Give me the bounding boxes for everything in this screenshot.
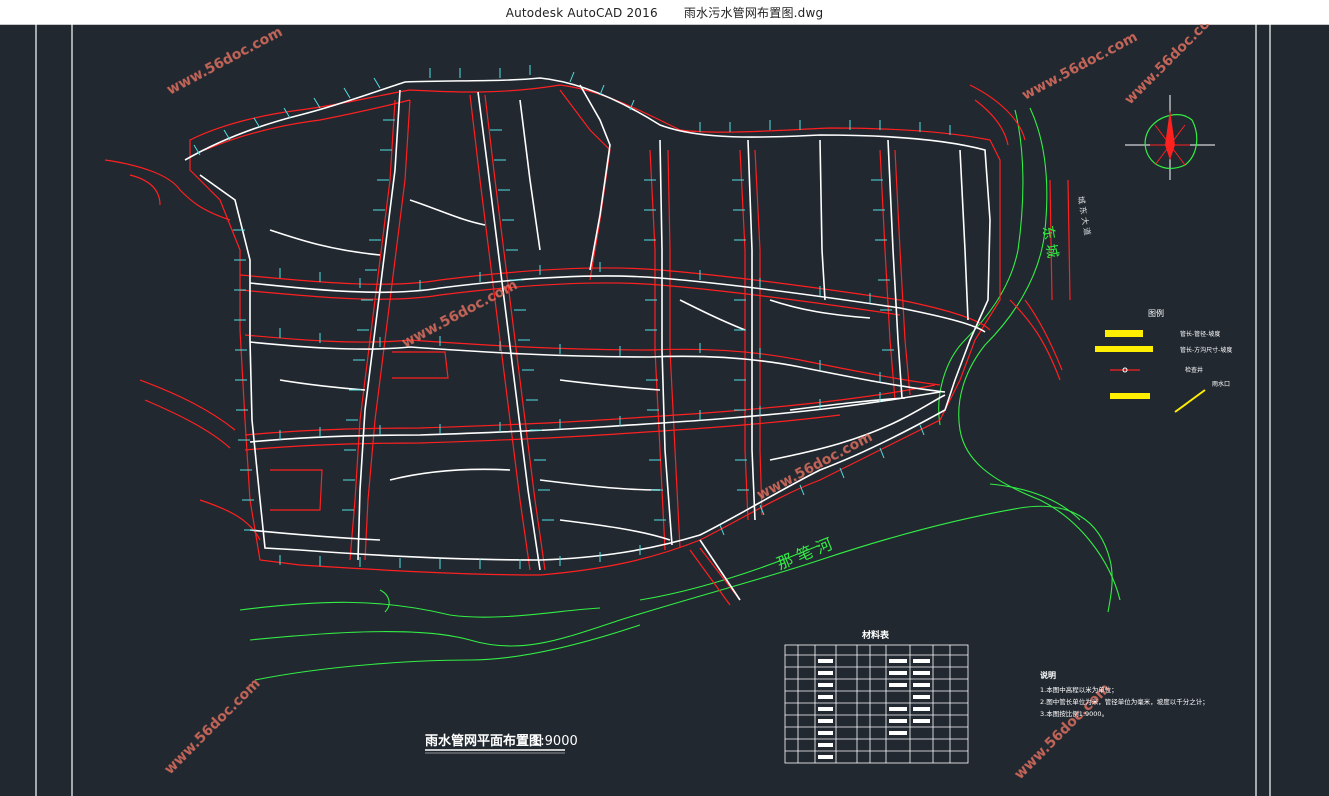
legend-item-1: 管长-管径-坡度 [1180, 330, 1220, 338]
north-arrow [1125, 95, 1215, 180]
east-road-label: 城 东 大 道 [1076, 195, 1093, 236]
pipe-network [184, 77, 991, 601]
notes-title: 说明 [1040, 670, 1056, 680]
notes: 说明 1.本图中高程以米为单位； 2.图中管长单位为米，管径单位为毫米，坡度以千… [1040, 670, 1209, 718]
note-3: 3.本图按比例1:9000。 [1040, 709, 1108, 718]
legend-item-4: 雨水口 [1212, 380, 1230, 388]
note-2: 2.图中管长单位为米，管径单位为毫米，坡度以千分之计； [1040, 697, 1209, 706]
note-1: 1.本图中高程以米为单位； [1040, 685, 1118, 694]
drawing-title: 雨水管网平面布置图 [425, 733, 542, 749]
river-label: 那 笔 河 [774, 534, 835, 573]
drawing-scale: 1:9000 [532, 734, 578, 749]
materials-title: 材料表 [861, 629, 890, 641]
pipe-labels [193, 65, 951, 569]
watermark-5: www.56doc.com [162, 676, 264, 778]
window-title: Autodesk AutoCAD 2016 雨水污水管网布置图.dwg [0, 4, 1329, 21]
watermark-2: www.56doc.com [1019, 29, 1140, 103]
title-block: 雨水管网平面布置图 1:9000 [425, 733, 578, 754]
watermark-7: www.56doc.com [1122, 24, 1224, 108]
legend: 图例 管长-管径-坡度 管长-方沟尺寸-坡度 检查井 雨水口 [1095, 308, 1232, 413]
watermark-1: www.56doc.com [164, 24, 285, 98]
watermark-4: www.56doc.com [754, 429, 875, 503]
file-name: 雨水污水管网布置图.dwg [683, 6, 824, 20]
watermark-6: www.56doc.com [1012, 681, 1114, 783]
watermark-3: www.56doc.com [399, 277, 520, 351]
legend-item-3: 检查井 [1185, 366, 1203, 374]
materials-table: 材料表 [784, 629, 969, 764]
drawing-canvas[interactable]: www.56doc.com www.56doc.com www.56doc.co… [0, 24, 1329, 796]
legend-item-2: 管长-方沟尺寸-坡度 [1180, 346, 1232, 354]
east-river-label: 东 城 [1039, 225, 1060, 260]
watermarks: www.56doc.com www.56doc.com www.56doc.co… [162, 24, 1224, 783]
window-title-bar: Autodesk AutoCAD 2016 雨水污水管网布置图.dwg [0, 0, 1329, 25]
legend-title: 图例 [1148, 308, 1164, 318]
app-name: Autodesk AutoCAD 2016 [505, 6, 658, 20]
